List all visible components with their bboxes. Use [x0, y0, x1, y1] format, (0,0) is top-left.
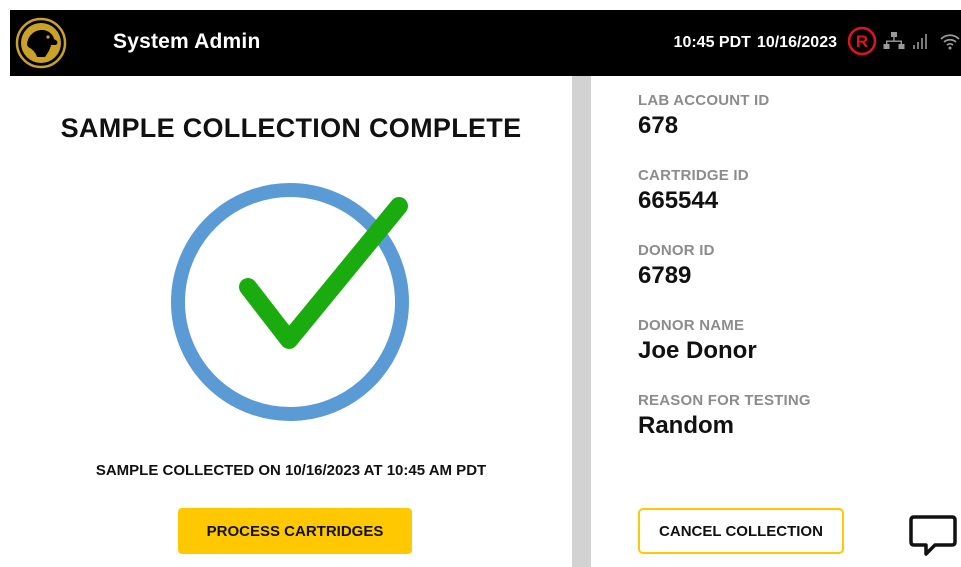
page-title: SAMPLE COLLECTION COMPLETE — [60, 113, 522, 143]
field-label: CARTRIDGE ID — [638, 167, 749, 184]
field-label: LAB ACCOUNT ID — [638, 92, 770, 109]
reason-for-testing-field: REASON FOR TESTING Random — [638, 392, 811, 440]
svg-text:R: R — [856, 32, 868, 51]
registered-icon: R — [847, 26, 877, 61]
process-cartridges-button[interactable]: PROCESS CARTRIDGES — [178, 508, 412, 554]
field-value: Random — [638, 412, 734, 439]
check-complete-icon — [171, 183, 409, 421]
field-label: DONOR ID — [638, 242, 715, 259]
collected-timestamp-text: SAMPLE COLLECTED ON 10/16/2023 AT 10:45 … — [95, 462, 487, 479]
dog-logo-icon — [15, 17, 67, 69]
field-value: 678 — [638, 112, 679, 139]
header-date: 10/16/2023 — [756, 34, 837, 51]
cancel-collection-button[interactable]: CANCEL COLLECTION — [638, 508, 844, 554]
header-time: 10:45 PDT — [673, 34, 751, 51]
frame-edge — [0, 0, 10, 567]
donor-id-field: DONOR ID 6789 — [638, 242, 715, 290]
donor-name-field: DONOR NAME Joe Donor — [638, 317, 757, 365]
field-label: REASON FOR TESTING — [638, 392, 811, 409]
panel-divider — [572, 76, 591, 567]
wifi-icon — [939, 30, 961, 57]
signal-icon — [911, 30, 933, 57]
header-bar: System Admin 10:45 PDT 10/16/2023 R — [10, 10, 961, 76]
chat-icon[interactable] — [909, 514, 957, 558]
collection-details-panel: LAB ACCOUNT ID 678 CARTRIDGE ID 665544 D… — [591, 76, 961, 567]
header-status-area: 10:45 PDT 10/16/2023 R — [674, 10, 961, 76]
field-value: 6789 — [638, 262, 692, 289]
field-value: Joe Donor — [638, 337, 757, 364]
lab-account-id-field: LAB ACCOUNT ID 678 — [638, 92, 769, 140]
cartridge-id-field: CARTRIDGE ID 665544 — [638, 167, 749, 215]
field-label: DONOR NAME — [638, 317, 745, 334]
network-icon — [883, 30, 905, 57]
header-title: System Admin — [113, 30, 261, 53]
collection-status-panel: SAMPLE COLLECTION COMPLETE SAMPLE COLLEC… — [10, 76, 572, 567]
field-value: 665544 — [638, 187, 719, 214]
